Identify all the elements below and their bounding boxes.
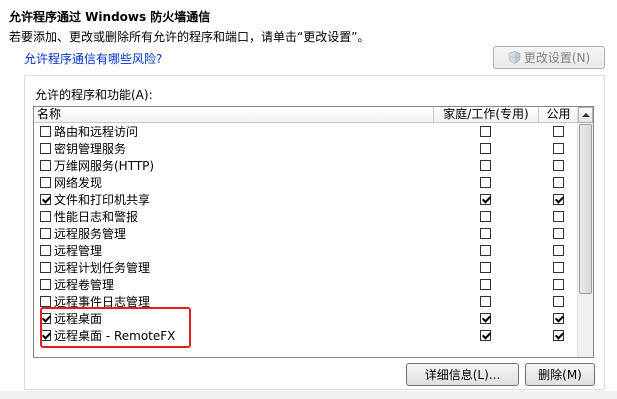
column-header-name[interactable]: 名称 xyxy=(34,107,434,123)
public-checkbox[interactable] xyxy=(553,313,564,324)
vertical-scrollbar[interactable] xyxy=(577,107,593,357)
details-button[interactable]: 详细信息(L)... xyxy=(406,363,519,386)
program-row[interactable]: 远程计划任务管理 xyxy=(34,260,579,277)
program-name: 远程事件日志管理 xyxy=(54,295,151,309)
change-settings-label: 更改设置(N) xyxy=(523,51,591,65)
program-name: 网络发现 xyxy=(54,176,103,190)
home-work-checkbox[interactable] xyxy=(480,245,491,256)
program-row[interactable]: 远程事件日志管理 xyxy=(34,294,579,311)
uac-shield-icon xyxy=(508,51,521,64)
enabled-checkbox[interactable] xyxy=(40,160,51,171)
home-work-checkbox[interactable] xyxy=(480,143,491,154)
program-name: 远程卷管理 xyxy=(54,278,115,292)
home-work-checkbox[interactable] xyxy=(480,330,491,341)
programs-list: 名称 家庭/工作(专用) 公用 路由和远程访问 密钥管理服务万维网服务(HTTP)… xyxy=(33,106,594,358)
program-row[interactable]: 远程管理 xyxy=(34,243,579,260)
home-work-checkbox[interactable] xyxy=(480,279,491,290)
home-work-checkbox[interactable] xyxy=(480,262,491,273)
public-checkbox[interactable] xyxy=(553,296,564,307)
page-title: 允许程序通过 Windows 防火墙通信 xyxy=(9,10,211,24)
program-row[interactable]: 密钥管理服务 xyxy=(34,141,579,158)
program-row[interactable]: 远程桌面 - RemoteFX xyxy=(34,328,579,345)
program-name: 路由和远程访问 xyxy=(54,125,139,139)
window-bottom-edge xyxy=(0,391,617,399)
home-work-checkbox[interactable] xyxy=(480,296,491,307)
home-work-checkbox[interactable] xyxy=(480,177,491,188)
allowed-programs-label: 允许的程序和功能(A): xyxy=(35,88,153,102)
enabled-checkbox[interactable] xyxy=(40,194,51,205)
instructions-text: 若要添加、更改或删除所有允许的程序和端口，请单击“更改设置”。 xyxy=(9,30,370,44)
scroll-up-arrow-icon[interactable] xyxy=(578,107,593,123)
program-name: 性能日志和警报 xyxy=(54,210,139,224)
program-name: 远程桌面 xyxy=(54,312,103,326)
home-work-checkbox[interactable] xyxy=(480,211,491,222)
column-header-home-work[interactable]: 家庭/工作(专用) xyxy=(434,107,539,123)
home-work-checkbox[interactable] xyxy=(480,228,491,239)
enabled-checkbox[interactable] xyxy=(40,211,51,222)
public-checkbox[interactable] xyxy=(553,126,564,137)
allowed-programs-group: 允许的程序和功能(A): 名称 家庭/工作(专用) 公用 路由和远程访问 密钥管理… xyxy=(24,75,605,390)
program-name: 远程桌面 - RemoteFX xyxy=(54,329,176,343)
program-name: 远程服务管理 xyxy=(54,227,127,241)
program-row[interactable]: 性能日志和警报 xyxy=(34,209,579,226)
enabled-checkbox[interactable] xyxy=(40,279,51,290)
program-name: 文件和打印机共享 xyxy=(54,193,151,207)
program-row[interactable]: 万维网服务(HTTP) xyxy=(34,158,579,175)
enabled-checkbox[interactable] xyxy=(40,143,51,154)
home-work-checkbox[interactable] xyxy=(480,313,491,324)
public-checkbox[interactable] xyxy=(553,330,564,341)
enabled-checkbox[interactable] xyxy=(40,126,51,137)
program-row[interactable]: 远程服务管理 xyxy=(34,226,579,243)
program-name: 远程计划任务管理 xyxy=(54,261,151,275)
enabled-checkbox[interactable] xyxy=(40,330,51,341)
public-checkbox[interactable] xyxy=(553,228,564,239)
program-row[interactable]: 文件和打印机共享 xyxy=(34,192,579,209)
enabled-checkbox[interactable] xyxy=(40,245,51,256)
home-work-checkbox[interactable] xyxy=(480,194,491,205)
change-settings-button[interactable]: 更改设置(N) xyxy=(493,46,605,69)
program-name: 远程管理 xyxy=(54,244,103,258)
public-checkbox[interactable] xyxy=(553,194,564,205)
public-checkbox[interactable] xyxy=(553,143,564,154)
column-header-public[interactable]: 公用 xyxy=(539,107,579,123)
public-checkbox[interactable] xyxy=(553,245,564,256)
scrollbar-thumb[interactable] xyxy=(579,124,592,294)
enabled-checkbox[interactable] xyxy=(40,177,51,188)
public-checkbox[interactable] xyxy=(553,262,564,273)
program-row[interactable]: 网络发现 xyxy=(34,175,579,192)
enabled-checkbox[interactable] xyxy=(40,313,51,324)
public-checkbox[interactable] xyxy=(553,160,564,171)
program-row[interactable]: 远程卷管理 xyxy=(34,277,579,294)
enabled-checkbox[interactable] xyxy=(40,296,51,307)
remove-button[interactable]: 删除(M) xyxy=(525,363,595,386)
enabled-checkbox[interactable] xyxy=(40,228,51,239)
program-row[interactable]: 远程桌面 xyxy=(34,311,579,328)
firewall-risk-link[interactable]: 允许程序通信有哪些风险? xyxy=(24,50,162,67)
public-checkbox[interactable] xyxy=(553,177,564,188)
program-row[interactable]: 路由和远程访问 xyxy=(34,124,579,141)
home-work-checkbox[interactable] xyxy=(480,160,491,171)
enabled-checkbox[interactable] xyxy=(40,262,51,273)
home-work-checkbox[interactable] xyxy=(480,126,491,137)
public-checkbox[interactable] xyxy=(553,279,564,290)
program-name: 密钥管理服务 xyxy=(54,142,127,156)
program-name: 万维网服务(HTTP) xyxy=(54,159,155,173)
public-checkbox[interactable] xyxy=(553,211,564,222)
